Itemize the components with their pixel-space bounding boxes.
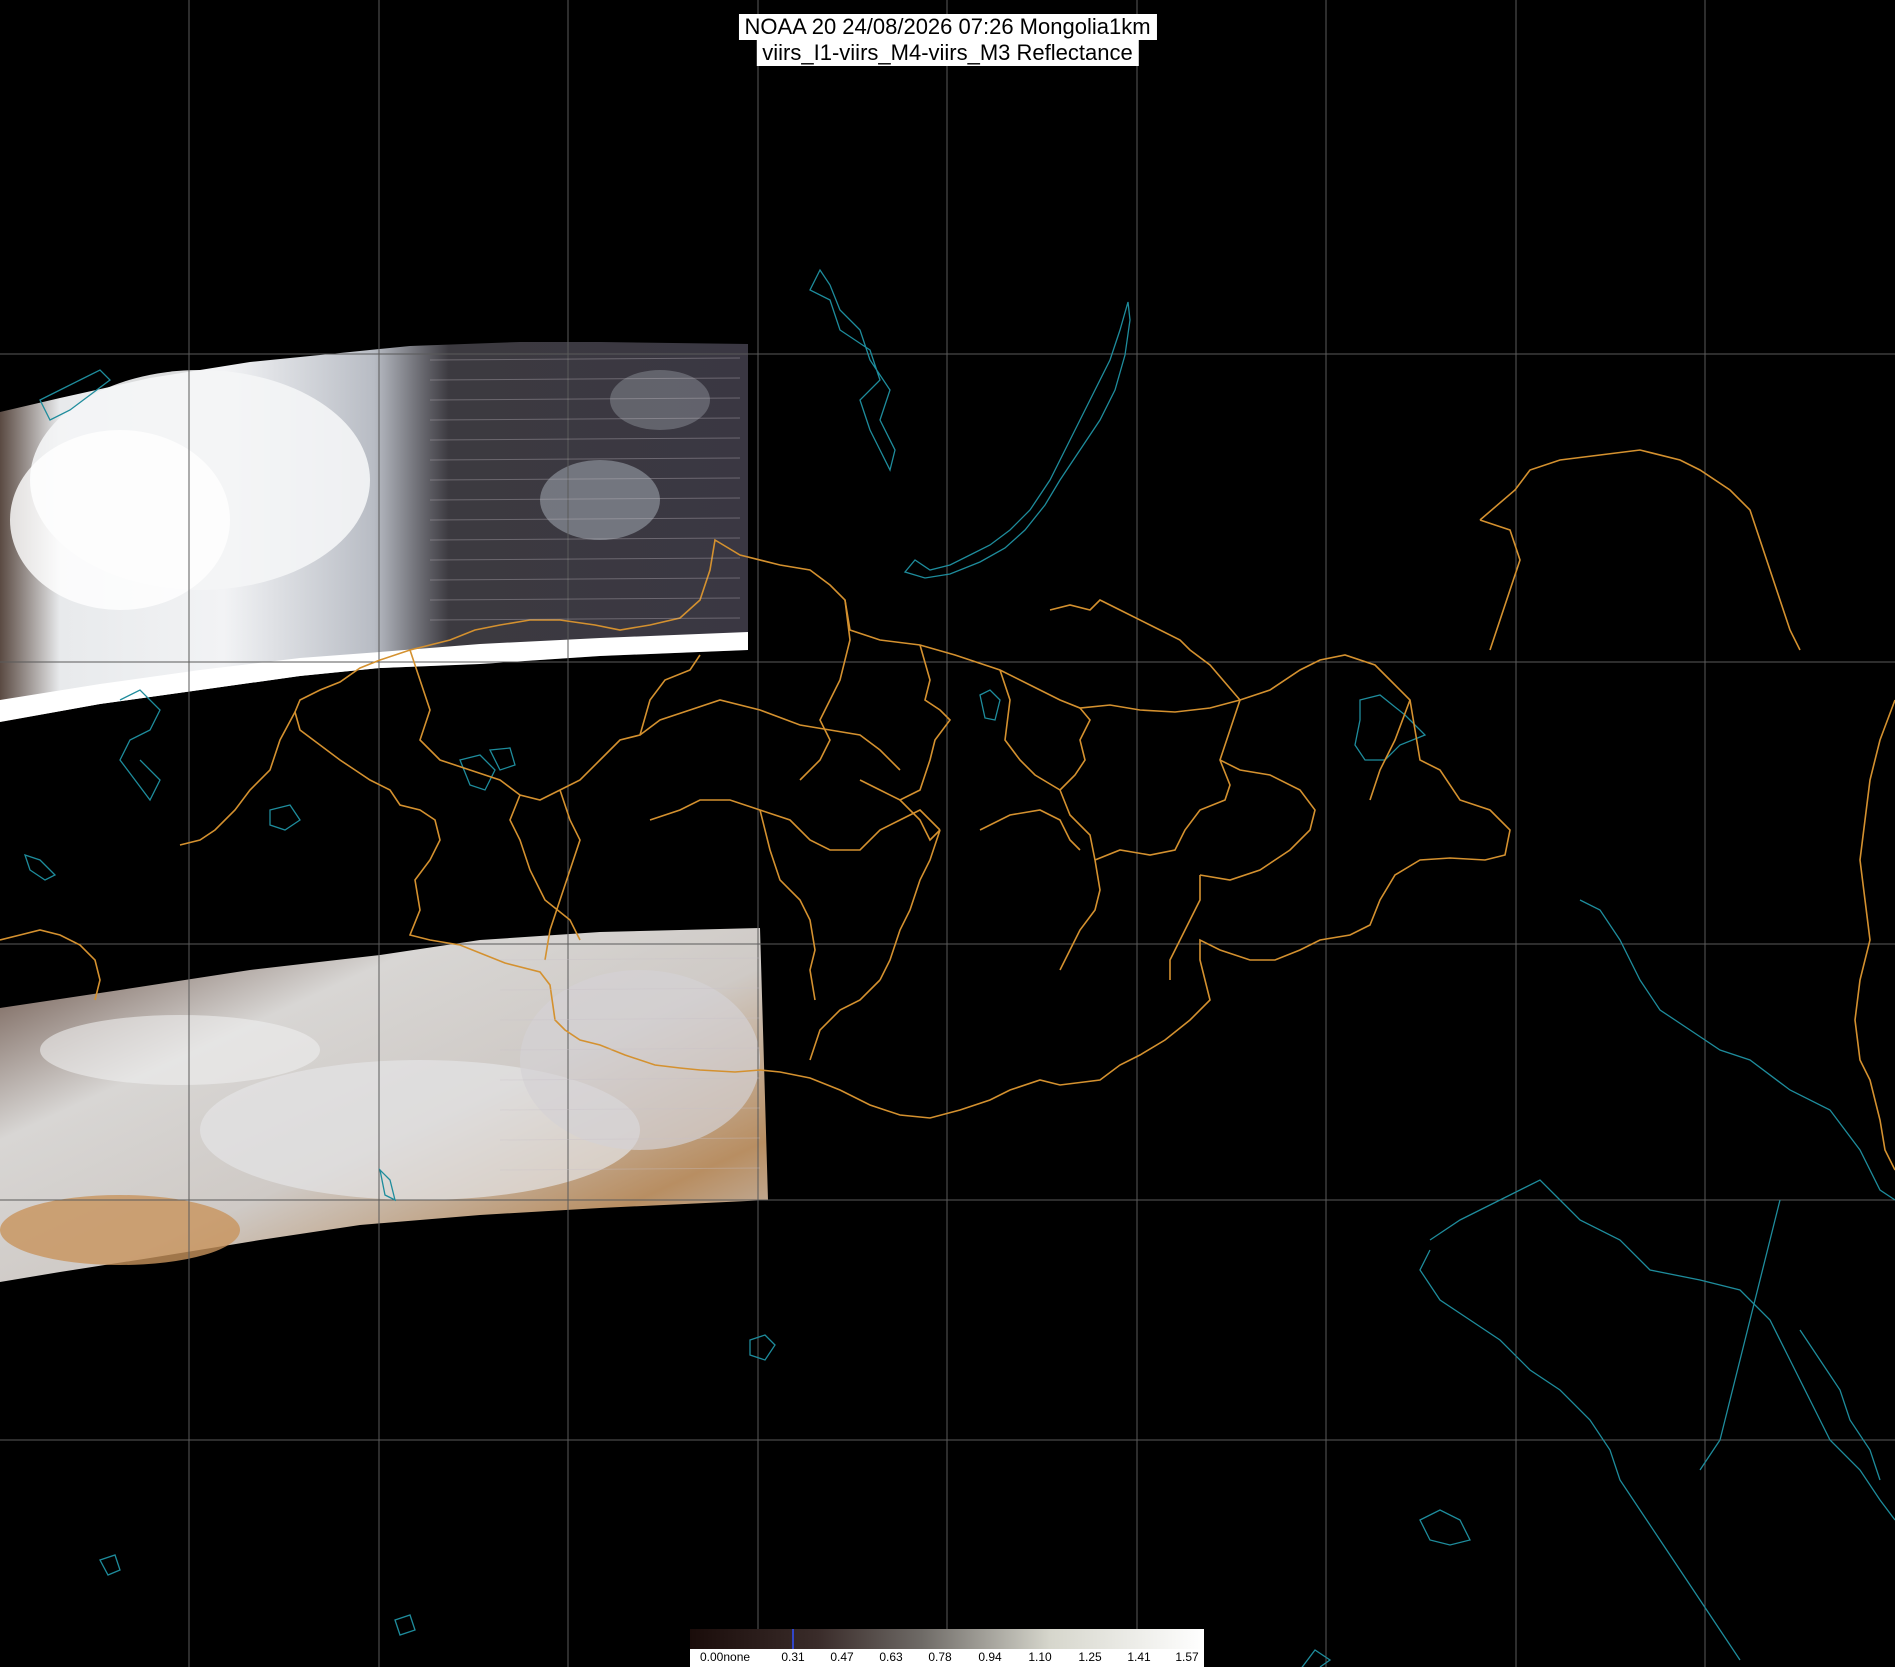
colorbar-label: 0.00none [700, 1650, 751, 1664]
colorbar-label: 1.25 [1078, 1650, 1102, 1664]
colorbar-label: 0.63 [879, 1650, 903, 1664]
graticule [0, 0, 1895, 1667]
colorbar-label: 1.10 [1028, 1650, 1052, 1664]
colorbar-legend: 0.00none 0.31 0.47 0.63 0.78 0.94 1.10 1… [690, 1629, 1204, 1667]
colorbar-label: 1.57 [1175, 1650, 1199, 1664]
colorbar-label: 0.78 [928, 1650, 952, 1664]
satellite-swath-south [0, 928, 768, 1282]
colorbar-ramp [690, 1629, 1204, 1649]
satellite-map [0, 0, 1895, 1667]
colorbar-label: 0.31 [781, 1650, 805, 1664]
map-title: NOAA 20 24/08/2026 07:26 Mongolia1km [738, 14, 1157, 40]
colorbar-label: 0.94 [978, 1650, 1002, 1664]
map-subtitle: viirs_I1-viirs_M4-viirs_M3 Reflectance [756, 40, 1139, 66]
colorbar-label: 0.47 [830, 1650, 854, 1664]
colorbar-labels: 0.00none 0.31 0.47 0.63 0.78 0.94 1.10 1… [690, 1649, 1204, 1667]
colorbar-label: 1.41 [1127, 1650, 1151, 1664]
